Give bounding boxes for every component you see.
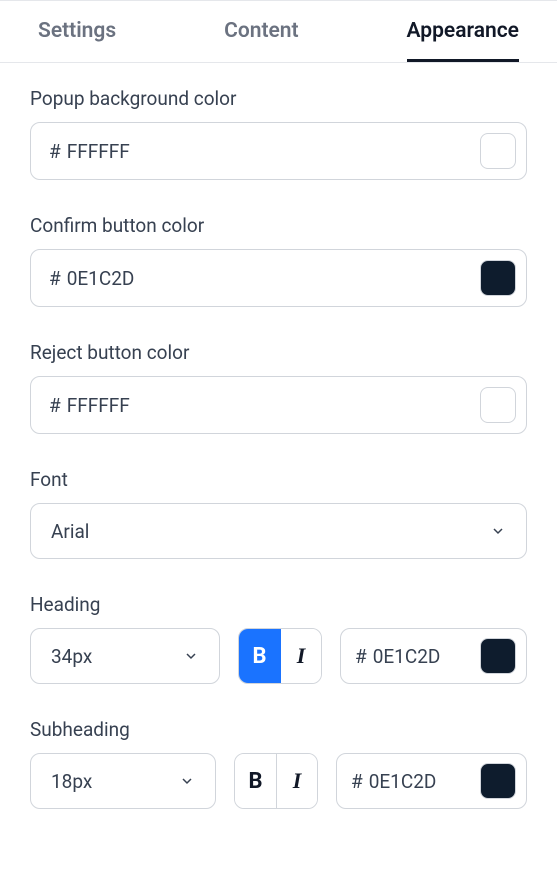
confirm-btn-field: Confirm button color #: [30, 214, 527, 307]
font-field: Font Arial: [30, 468, 527, 559]
popup-bg-field: Popup background color #: [30, 87, 527, 180]
heading-italic-toggle[interactable]: I: [280, 629, 321, 683]
subheading-color-swatch[interactable]: [480, 763, 516, 799]
heading-color-row: #: [340, 628, 527, 684]
subheading-bold-toggle[interactable]: B: [235, 754, 276, 808]
hash-prefix: #: [49, 394, 61, 417]
subheading-label: Subheading: [30, 718, 527, 741]
hash-prefix: #: [351, 770, 363, 793]
heading-color-input[interactable]: [373, 645, 476, 668]
heading-color-swatch[interactable]: [480, 638, 516, 674]
popup-bg-row: #: [30, 122, 527, 180]
confirm-btn-label: Confirm button color: [30, 214, 527, 237]
subheading-style-group: B I: [234, 753, 318, 809]
appearance-panel: Popup background color # Confirm button …: [0, 63, 557, 873]
reject-btn-row: #: [30, 376, 527, 434]
confirm-btn-row: #: [30, 249, 527, 307]
subheading-row: 18px B I #: [30, 753, 527, 809]
reject-btn-swatch[interactable]: [480, 387, 516, 423]
tabs: Settings Content Appearance: [0, 0, 557, 63]
heading-row: 34px B I #: [30, 628, 527, 684]
hash-prefix: #: [49, 267, 61, 290]
chevron-down-icon: [183, 648, 199, 664]
heading-size-value: 34px: [51, 645, 92, 668]
hash-prefix: #: [49, 140, 61, 163]
reject-btn-input[interactable]: [67, 394, 480, 417]
font-label: Font: [30, 468, 527, 491]
tab-content[interactable]: Content: [224, 1, 298, 62]
heading-style-group: B I: [238, 628, 322, 684]
reject-btn-label: Reject button color: [30, 341, 527, 364]
popup-bg-swatch[interactable]: [480, 133, 516, 169]
confirm-btn-swatch[interactable]: [480, 260, 516, 296]
subheading-italic-toggle[interactable]: I: [276, 754, 317, 808]
reject-btn-field: Reject button color #: [30, 341, 527, 434]
subheading-color-input[interactable]: [369, 770, 476, 793]
hash-prefix: #: [355, 645, 367, 668]
heading-size-select[interactable]: 34px: [30, 628, 220, 684]
heading-field: Heading 34px B I #: [30, 593, 527, 684]
font-select[interactable]: Arial: [30, 503, 527, 559]
tab-settings[interactable]: Settings: [38, 1, 116, 62]
subheading-field: Subheading 18px B I #: [30, 718, 527, 809]
font-value: Arial: [51, 520, 89, 543]
subheading-size-select[interactable]: 18px: [30, 753, 216, 809]
confirm-btn-input[interactable]: [67, 267, 480, 290]
popup-bg-label: Popup background color: [30, 87, 527, 110]
subheading-size-value: 18px: [51, 770, 92, 793]
heading-bold-toggle[interactable]: B: [239, 629, 280, 683]
chevron-down-icon: [490, 523, 506, 539]
heading-label: Heading: [30, 593, 527, 616]
tab-appearance[interactable]: Appearance: [407, 1, 519, 62]
popup-bg-input[interactable]: [67, 140, 480, 163]
subheading-color-row: #: [336, 753, 527, 809]
chevron-down-icon: [179, 773, 195, 789]
